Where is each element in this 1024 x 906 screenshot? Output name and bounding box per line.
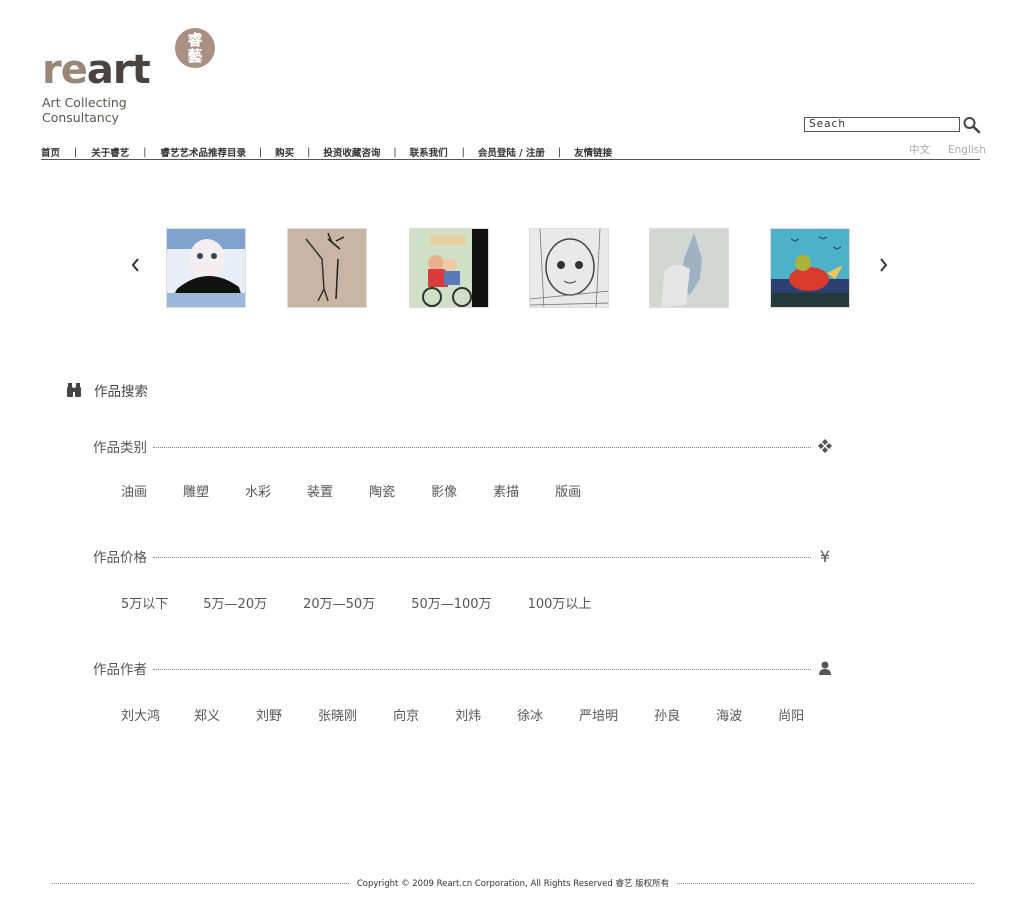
lang-en-link[interactable]: English (948, 144, 986, 156)
yen-icon: ¥ (819, 546, 831, 566)
chevron-right-icon (880, 258, 888, 272)
search-input[interactable] (804, 117, 960, 132)
copyright-text: Copyright © 2009 Reart.cn Corporation, A… (356, 879, 670, 889)
section-title: 作品搜索 (94, 384, 148, 400)
carousel-thumb[interactable] (770, 228, 850, 308)
artwork-thumbnail (410, 229, 488, 307)
lang-zh-link[interactable]: 中文 (909, 144, 930, 156)
nav-separator: | (258, 146, 263, 158)
nav-separator: | (143, 146, 147, 158)
nav-consulting[interactable]: 投资收藏咨询 (323, 145, 380, 159)
nav-separator: | (461, 146, 465, 158)
nav-member-login[interactable]: 会员登陆 / 注册 (478, 145, 545, 159)
artist-option[interactable]: 尚阳 (778, 705, 804, 724)
logo[interactable]: reart 睿 藝 Art Collecting Consultancy (42, 26, 222, 130)
artwork-thumbnail (167, 229, 245, 307)
artwork-thumbnail (288, 229, 366, 307)
category-title: 作品类别 (93, 440, 147, 456)
artwork-search-heading: 作品搜索 (66, 380, 148, 400)
category-options: 油画 雕塑 水彩 装置 陶瓷 影像 素描 版画 (121, 481, 581, 500)
nav-separator: | (307, 146, 311, 158)
main-nav: 首页 | 关于睿艺 | 睿艺艺术品推荐目录 | 购买 | 投资收藏咨询 | 联系… (41, 145, 612, 160)
price-option[interactable]: 20万—50万 (303, 593, 375, 612)
logo-wordmark: reart (42, 47, 151, 93)
footer: Copyright © 2009 Reart.cn Corporation, A… (52, 876, 975, 890)
logo-tagline: Art Collecting Consultancy (42, 95, 127, 125)
nav-separator: | (557, 146, 562, 158)
artist-option[interactable]: 刘炜 (455, 705, 481, 724)
search-icon[interactable] (962, 116, 982, 134)
price-title: 作品价格 (93, 550, 147, 566)
price-option[interactable]: 50万—100万 (411, 593, 491, 612)
artist-option[interactable]: 孙良 (654, 705, 680, 724)
chevron-left-icon (131, 258, 139, 272)
logo-seal: 睿 藝 (175, 28, 215, 68)
artist-option[interactable]: 刘野 (256, 705, 282, 724)
carousel-thumb[interactable] (287, 228, 367, 308)
dotted-divider (677, 882, 975, 884)
nav-contact[interactable]: 联系我们 (410, 145, 448, 159)
artist-option[interactable]: 张晓刚 (318, 705, 357, 724)
price-option[interactable]: 100万以上 (528, 593, 592, 612)
artwork-thumbnail (530, 229, 608, 307)
artist-title: 作品作者 (93, 662, 147, 678)
category-filter-header: 作品类别 (93, 436, 833, 456)
carousel-thumb[interactable] (649, 228, 729, 308)
carousel-thumb[interactable] (409, 228, 489, 308)
nav-links[interactable]: 友情链接 (574, 145, 612, 159)
nav-about[interactable]: 关于睿艺 (91, 145, 129, 159)
carousel-thumb[interactable] (166, 228, 246, 308)
person-icon (817, 660, 833, 676)
nav-buy[interactable]: 购买 (275, 145, 294, 159)
binoculars-icon (67, 383, 81, 397)
artist-option[interactable]: 徐冰 (517, 705, 543, 724)
carousel-next-button[interactable] (876, 256, 890, 274)
carousel-thumb[interactable] (529, 228, 609, 308)
nav-catalog[interactable]: 睿艺艺术品推荐目录 (160, 145, 246, 159)
artist-option[interactable]: 严培明 (579, 705, 618, 724)
diamond-grid-icon (817, 438, 833, 454)
price-filter-header: 作品价格 ¥ (93, 546, 833, 567)
carousel-prev-button[interactable] (129, 256, 143, 274)
artist-option[interactable]: 向京 (393, 705, 419, 724)
artist-option[interactable]: 郑义 (194, 705, 220, 724)
language-switcher: 中文 English (909, 142, 986, 157)
nav-home[interactable]: 首页 (41, 145, 60, 159)
category-option[interactable]: 陶瓷 (369, 481, 395, 500)
category-option[interactable]: 素描 (493, 481, 519, 500)
price-options: 5万以下 5万—20万 20万—50万 50万—100万 100万以上 (121, 593, 591, 612)
dotted-divider (153, 556, 811, 558)
category-option[interactable]: 装置 (307, 481, 333, 500)
artist-option[interactable]: 海波 (716, 705, 742, 724)
artist-option[interactable]: 刘大鸿 (121, 705, 160, 724)
category-option[interactable]: 版画 (555, 481, 581, 500)
category-option[interactable]: 影像 (431, 481, 457, 500)
price-option[interactable]: 5万以下 (121, 593, 168, 612)
artist-options: 刘大鸿 郑义 刘野 张晓刚 向京 刘炜 徐冰 严培明 孙良 海波 尚阳 (121, 705, 804, 724)
artwork-thumbnail (650, 229, 728, 307)
dotted-divider (153, 668, 811, 670)
category-option[interactable]: 水彩 (245, 481, 271, 500)
category-option[interactable]: 油画 (121, 481, 147, 500)
nav-divider (41, 159, 980, 160)
dotted-divider (52, 882, 349, 884)
nav-separator: | (74, 146, 78, 158)
artwork-thumbnail (771, 229, 849, 307)
nav-separator: | (393, 146, 397, 158)
price-option[interactable]: 5万—20万 (203, 593, 267, 612)
dotted-divider (153, 446, 811, 448)
category-option[interactable]: 雕塑 (183, 481, 209, 500)
artist-filter-header: 作品作者 (93, 658, 833, 678)
